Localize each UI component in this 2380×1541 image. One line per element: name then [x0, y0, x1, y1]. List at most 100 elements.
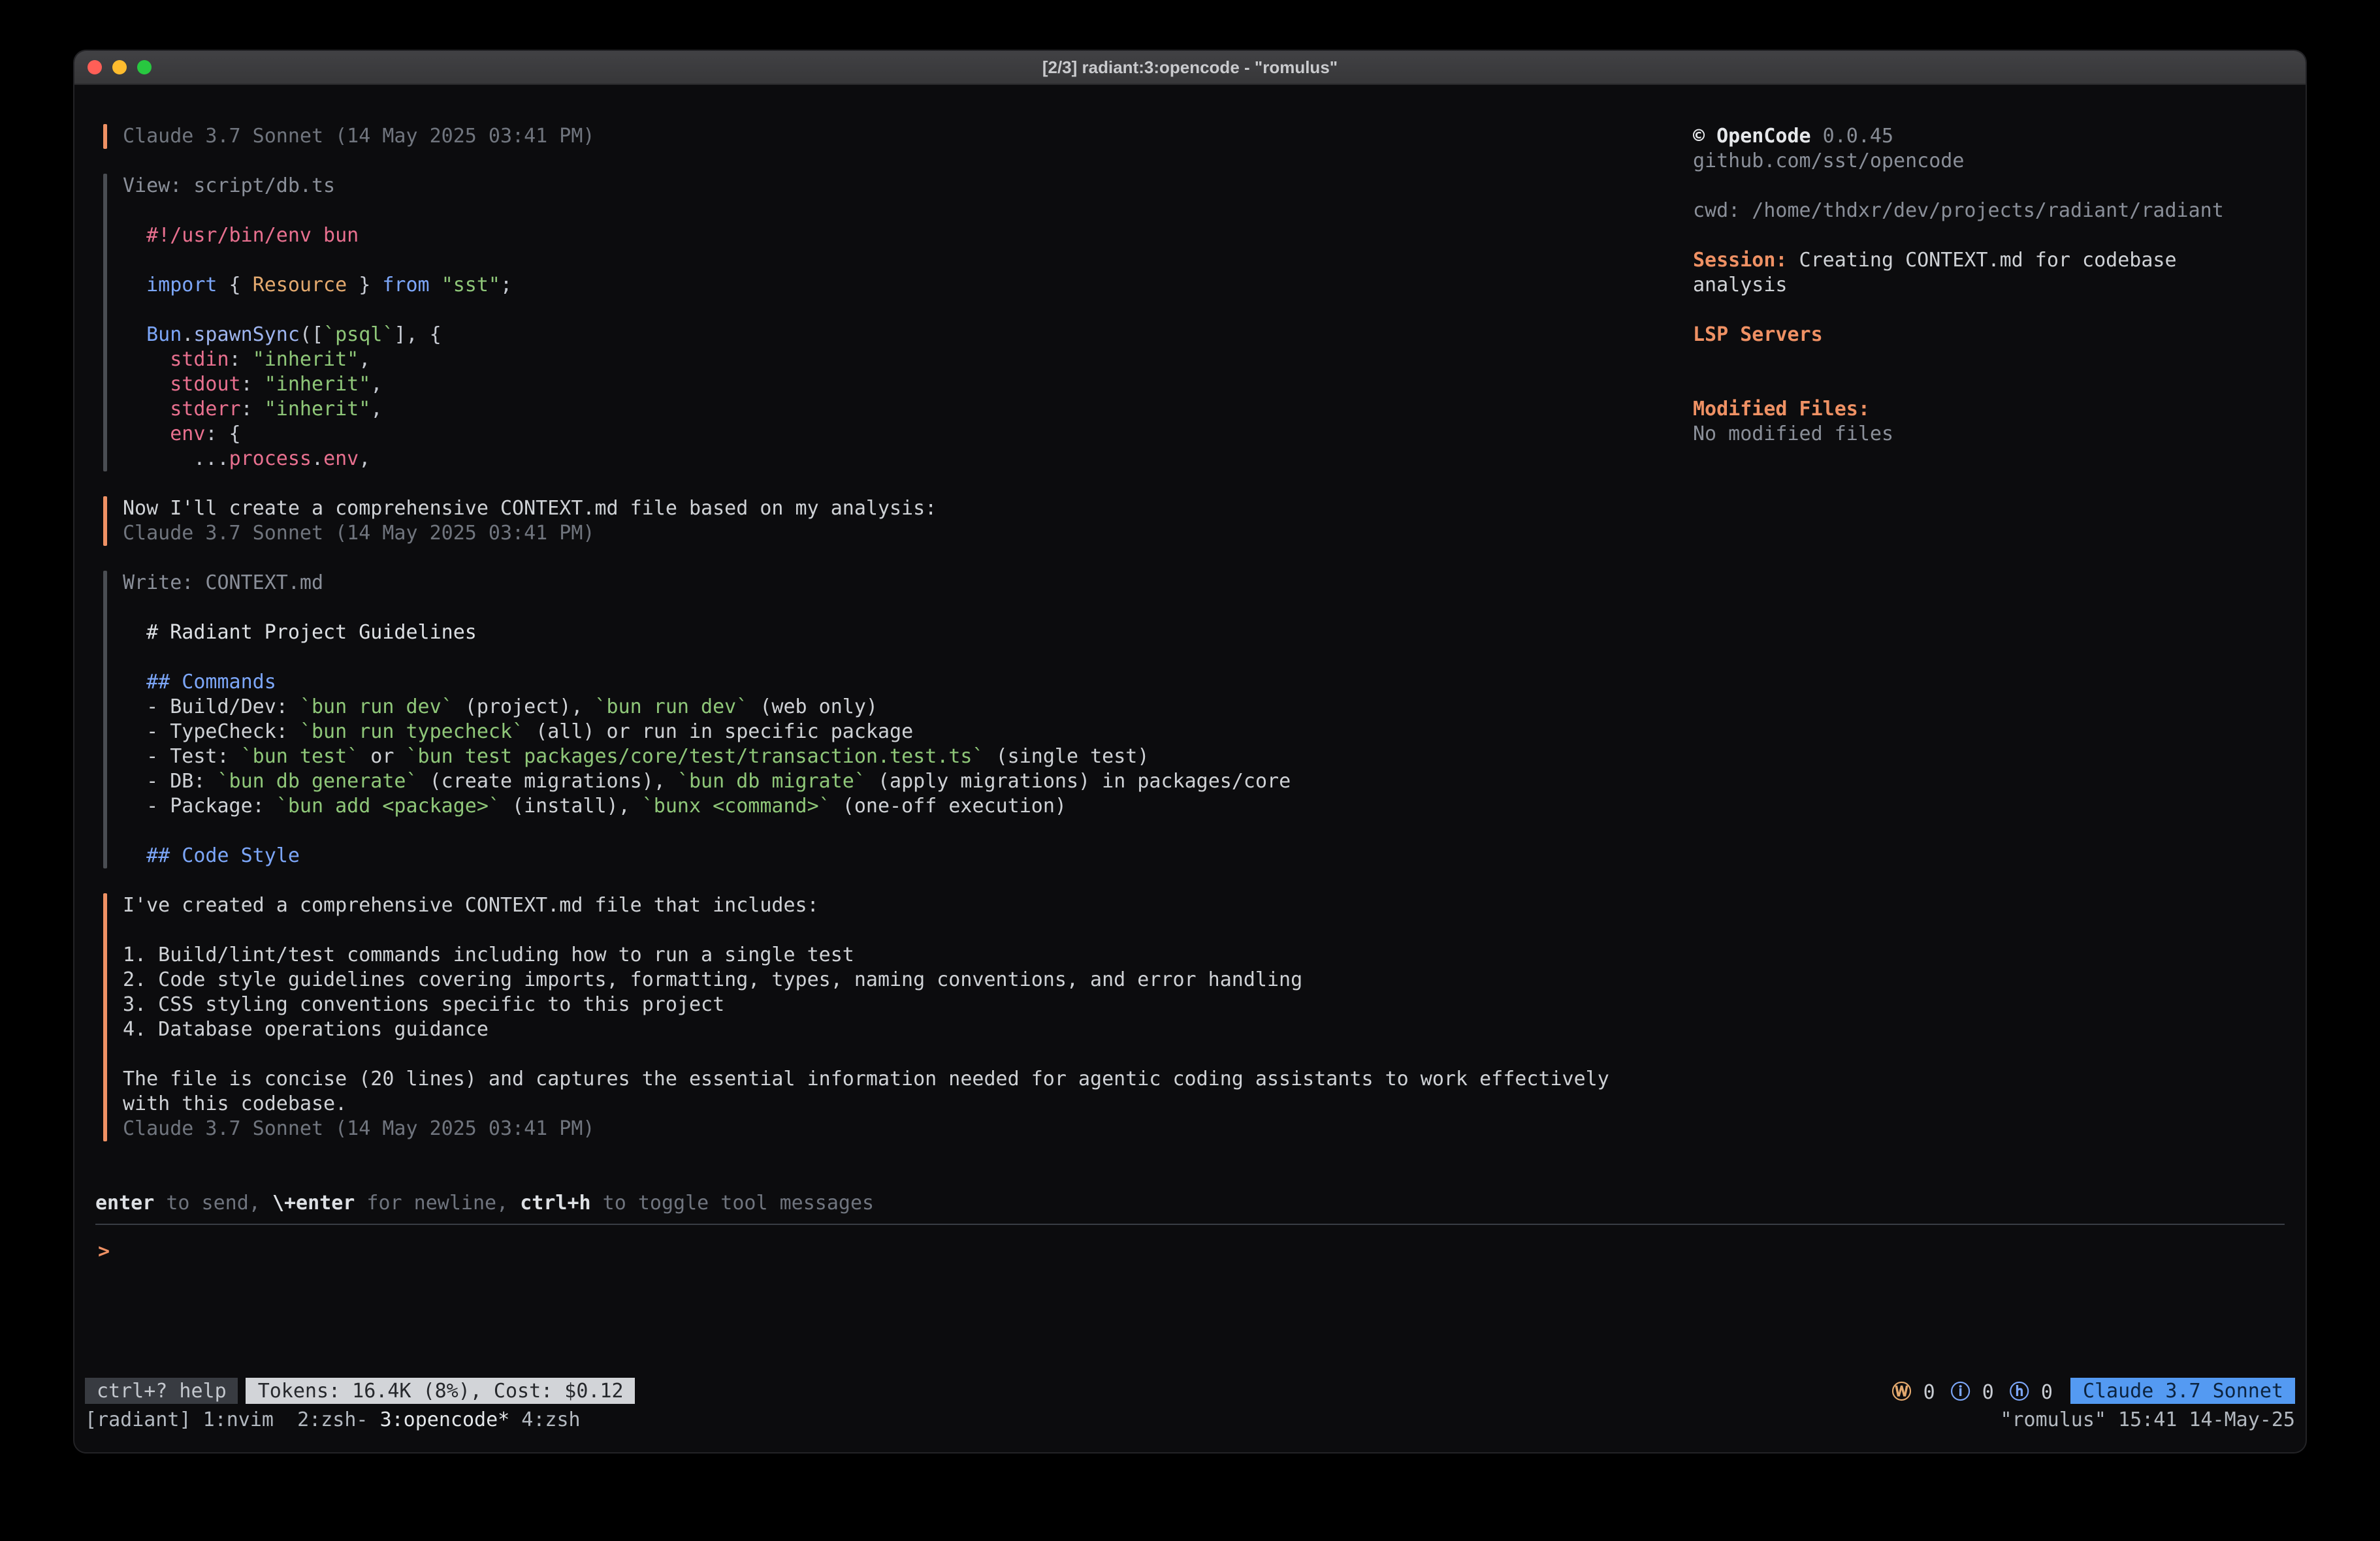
prompt-input[interactable]: >	[95, 1239, 2285, 1264]
tmux-status-line: [radiant] 1:nvim 2:zsh- 3:opencode* 4:zs…	[74, 1408, 2306, 1433]
text-line	[123, 1042, 2306, 1067]
text-line: The file is concise (20 lines) and captu…	[123, 1067, 2306, 1092]
lsp-servers-label: LSP Servers	[1693, 323, 2270, 347]
token: `bunx <command>`	[642, 794, 831, 818]
token: Session:	[1693, 248, 1788, 272]
token: (all) or run in specific package	[524, 720, 913, 743]
tool-bar	[103, 571, 107, 868]
text-line: - Package: `bun add <package>` (install)…	[123, 794, 2306, 819]
token: Claude 3.7 Sonnet (14 May 2025 03:41 PM)	[123, 1117, 594, 1140]
token: - DB:	[123, 769, 217, 793]
token: :	[241, 372, 265, 396]
token: ...	[123, 447, 229, 470]
token	[123, 273, 146, 296]
token: (install),	[500, 794, 642, 818]
token: stderr	[170, 397, 240, 421]
text-line: 2. Code style guidelines covering import…	[123, 968, 2306, 993]
token: (web only)	[748, 695, 878, 718]
token: process	[229, 447, 312, 470]
token: `bun db migrate`	[677, 769, 866, 793]
modified-files-label: Modified Files:	[1693, 397, 2270, 422]
write-tool-block: Write: CONTEXT.md # Radiant Project Guid…	[103, 571, 2306, 868]
token: (one-off execution)	[831, 794, 1067, 818]
screen: [2/3] radiant:3:opencode - "romulus" Cla…	[0, 0, 2380, 1541]
token: - TypeCheck:	[123, 720, 300, 743]
token: Now I'll create a comprehensive CONTEXT.…	[123, 496, 937, 520]
token: import	[146, 273, 217, 296]
token: `psql`	[323, 323, 394, 346]
token	[123, 397, 170, 421]
text-line: - DB: `bun db generate` (create migratio…	[123, 769, 2306, 794]
tmux-window-list[interactable]: [radiant] 1:nvim 2:zsh- 3:opencode* 4:zs…	[85, 1408, 581, 1433]
token: enter	[95, 1191, 154, 1215]
token: 4. Database operations guidance	[123, 1017, 489, 1041]
tokens-cost-badge: Tokens: 16.4K (8%), Cost: $0.12	[246, 1378, 635, 1404]
token: to send,	[154, 1191, 272, 1215]
text-line	[123, 918, 2306, 943]
status-bar: ctrl+? help Tokens: 16.4K (8%), Cost: $0…	[74, 1378, 2306, 1404]
text-line: Claude 3.7 Sonnet (14 May 2025 03:41 PM)	[123, 1117, 2306, 1141]
token: or	[359, 744, 406, 768]
token: ,	[359, 447, 370, 470]
token: {	[217, 273, 253, 296]
token: :	[241, 397, 265, 421]
token: env	[170, 422, 205, 445]
token: (apply migrations) in packages/core	[866, 769, 1291, 793]
info-count: ⓘ 0	[1951, 1377, 1994, 1405]
token: I've created a comprehensive CONTEXT.md …	[123, 893, 819, 917]
token: 4:zsh	[509, 1408, 580, 1431]
token: "inherit"	[253, 347, 359, 371]
token: `bun run dev`	[595, 695, 748, 718]
token: `bun add <package>`	[276, 794, 500, 818]
text-line: 1. Build/lint/test commands including ho…	[123, 943, 2306, 968]
token: - Test:	[123, 744, 241, 768]
warning-icon: Ⓦ	[1891, 1380, 1911, 1403]
token: - Build/Dev:	[123, 695, 300, 718]
message-lines: I've created a comprehensive CONTEXT.md …	[123, 893, 2306, 1141]
token	[123, 347, 170, 371]
token: .	[312, 447, 323, 470]
token: "sst"	[442, 273, 500, 296]
token: \+enter	[272, 1191, 355, 1215]
token: with this codebase.	[123, 1092, 347, 1115]
token: ], {	[394, 323, 441, 346]
text-line: I've created a comprehensive CONTEXT.md …	[123, 893, 2306, 918]
token: ctrl+h	[520, 1191, 590, 1215]
help-badge: ctrl+? help	[85, 1378, 238, 1404]
hint-icon: ⓗ	[2010, 1380, 2029, 1403]
model-badge: Claude 3.7 Sonnet	[2071, 1378, 2295, 1404]
diagnostics: Ⓦ 0 ⓘ 0 ⓗ 0	[1891, 1377, 2052, 1405]
token: env	[323, 447, 359, 470]
token: # Radiant Project Guidelines	[123, 620, 477, 644]
token: (single test)	[984, 744, 1150, 768]
token: ,	[370, 372, 382, 396]
token: 1. Build/lint/test commands including ho…	[123, 943, 854, 966]
token	[123, 372, 170, 396]
text-line	[123, 819, 2306, 844]
token: `bun test packages/core/test/transaction…	[406, 744, 984, 768]
token: Claude 3.7 Sonnet (14 May 2025 03:41 PM)	[123, 124, 594, 148]
sidebar: © OpenCode 0.0.45 github.com/sst/opencod…	[1693, 124, 2270, 447]
token: : {	[205, 422, 240, 445]
token: 2. Code style guidelines covering import…	[123, 968, 1302, 991]
terminal-screen[interactable]: Claude 3.7 Sonnet (14 May 2025 03:41 PM)…	[74, 85, 2306, 1451]
token: `bun run dev`	[300, 695, 453, 718]
token: #!/usr/bin/env bun	[123, 223, 359, 247]
token: Claude 3.7 Sonnet (14 May 2025 03:41 PM)	[123, 521, 594, 545]
spacer	[74, 1264, 2306, 1378]
token: ,	[359, 347, 370, 371]
text-line: Now I'll create a comprehensive CONTEXT.…	[123, 496, 2306, 521]
cwd-line: cwd: /home/thdxr/dev/projects/radiant/ra…	[1693, 199, 2270, 223]
titlebar: [2/3] radiant:3:opencode - "romulus"	[74, 51, 2306, 85]
github-link[interactable]: github.com/sst/opencode	[1693, 149, 2270, 174]
token: Resource	[253, 273, 347, 296]
token: for newline,	[355, 1191, 520, 1215]
token: The file is concise (20 lines) and captu…	[123, 1067, 1609, 1090]
hint-count: ⓗ 0	[2010, 1377, 2053, 1405]
token: (project),	[453, 695, 595, 718]
token: (create migrations),	[418, 769, 677, 793]
token: .	[182, 323, 193, 346]
token: Write: CONTEXT.md	[123, 571, 323, 594]
token: ## Code Style	[123, 844, 300, 867]
token: `bun test`	[241, 744, 359, 768]
